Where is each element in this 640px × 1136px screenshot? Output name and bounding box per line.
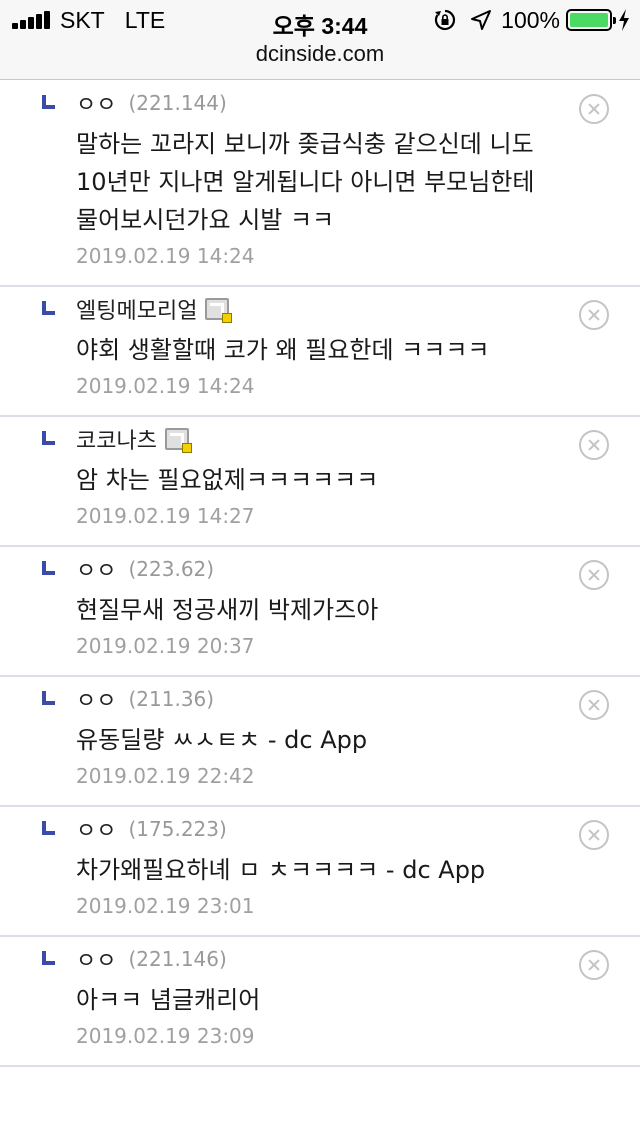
comment-author[interactable]: ㅇㅇ (76, 683, 116, 715)
comment-item: ㅇㅇ (211.36) 유동딜량 ㅆㅅㅌㅊ - dc App 2019.02.1… (0, 677, 640, 807)
comment-item: 엘팅메모리얼 야회 생활할때 코가 왜 필요한데 ㅋㅋㅋㅋ 2019.02.19… (0, 287, 640, 417)
address-bar[interactable]: dcinside.com (0, 40, 640, 80)
comment-author[interactable]: ㅇㅇ (76, 813, 116, 845)
comment-ip: (221.146) (128, 947, 227, 971)
orientation-lock-icon (435, 9, 456, 31)
battery-cap (613, 17, 616, 24)
delete-button[interactable] (579, 820, 609, 850)
location-icon (471, 10, 492, 30)
delete-button[interactable] (579, 94, 609, 124)
comment-ip: (223.62) (128, 557, 215, 581)
delete-button[interactable] (579, 690, 609, 720)
comment-author[interactable]: ㅇㅇ (76, 87, 116, 119)
comment-item: ㅇㅇ (221.144) 말하는 꼬라지 보니까 좆급식충 같으신데 니도 10… (0, 81, 640, 287)
charging-icon (619, 9, 629, 31)
reply-arrow-icon (42, 95, 55, 109)
comment-text: 현질무새 정공새끼 박제가즈아 (76, 596, 379, 624)
comment-ip: (211.36) (128, 687, 215, 711)
reply-arrow-icon (42, 691, 55, 705)
comment-text: 아ㅋㅋ 념글캐리어 (76, 986, 261, 1014)
reply-arrow-icon (42, 431, 55, 445)
reply-arrow-icon (42, 821, 55, 835)
reply-arrow-icon (42, 951, 55, 965)
comment-item: ㅇㅇ (223.62) 현질무새 정공새끼 박제가즈아 2019.02.19 2… (0, 547, 640, 677)
delete-button[interactable] (579, 560, 609, 590)
author-line: ㅇㅇ (221.144) (76, 87, 584, 119)
delete-button[interactable] (579, 430, 609, 460)
reply-arrow-icon (42, 301, 55, 315)
comment-date: 2019.02.19 14:27 (76, 504, 255, 528)
comment-ip: (175.223) (128, 817, 227, 841)
comment-text: 말하는 꼬라지 보니까 좆급식충 같으신데 니도 10년만 지나면 알게됩니다 … (76, 130, 535, 234)
comment-date: 2019.02.19 20:37 (76, 634, 255, 658)
comment-author[interactable]: 엘팅메모리얼 (76, 293, 197, 325)
comment-date: 2019.02.19 14:24 (76, 244, 255, 268)
battery-icon (566, 9, 616, 31)
gallog-icon[interactable] (164, 428, 192, 453)
comment-author[interactable]: ㅇㅇ (76, 553, 116, 585)
comment-text: 야회 생활할때 코가 왜 필요한데 ㅋㅋㅋㅋ (76, 336, 490, 364)
comment-text: 암 차는 필요없제ㅋㅋㅋㅋㅋㅋ (76, 466, 379, 494)
battery-percent: 100% (501, 6, 560, 33)
comment-author[interactable]: 코코나츠 (76, 423, 157, 455)
status-bar: SKT LTE 오후 3:44 100% (0, 0, 640, 40)
comment-date: 2019.02.19 14:24 (76, 374, 255, 398)
author-line: ㅇㅇ (223.62) (76, 553, 584, 585)
comment-list: ㅇㅇ (221.144) 말하는 꼬라지 보니까 좆급식충 같으신데 니도 10… (0, 81, 640, 1067)
author-line: 엘팅메모리얼 (76, 293, 584, 325)
author-line: ㅇㅇ (211.36) (76, 683, 584, 715)
comment-text: 차가왜필요하녜 ㅁ ㅊㅋㅋㅋㅋ - dc App (76, 856, 486, 884)
battery-fill (570, 13, 608, 27)
comment-date: 2019.02.19 23:09 (76, 1024, 255, 1048)
comment-text: 유동딜량 ㅆㅅㅌㅊ - dc App (76, 726, 368, 754)
comment-item: ㅇㅇ (175.223) 차가왜필요하녜 ㅁ ㅊㅋㅋㅋㅋ - dc App 20… (0, 807, 640, 937)
delete-button[interactable] (579, 950, 609, 980)
status-right: 100% (433, 7, 630, 33)
author-line: ㅇㅇ (175.223) (76, 813, 584, 845)
author-line: ㅇㅇ (221.146) (76, 943, 584, 975)
comment-item: ㅇㅇ (221.146) 아ㅋㅋ 념글캐리어 2019.02.19 23:09 (0, 937, 640, 1067)
comment-author[interactable]: ㅇㅇ (76, 943, 116, 975)
comment-date: 2019.02.19 23:01 (76, 894, 255, 918)
comment-item: 코코나츠 암 차는 필요없제ㅋㅋㅋㅋㅋㅋ 2019.02.19 14:27 (0, 417, 640, 547)
delete-button[interactable] (579, 300, 609, 330)
reply-arrow-icon (42, 561, 55, 575)
gallog-icon[interactable] (205, 298, 233, 323)
comment-date: 2019.02.19 22:42 (76, 764, 255, 788)
comment-ip: (221.144) (128, 91, 227, 115)
author-line: 코코나츠 (76, 423, 584, 455)
url-text: dcinside.com (255, 41, 385, 66)
